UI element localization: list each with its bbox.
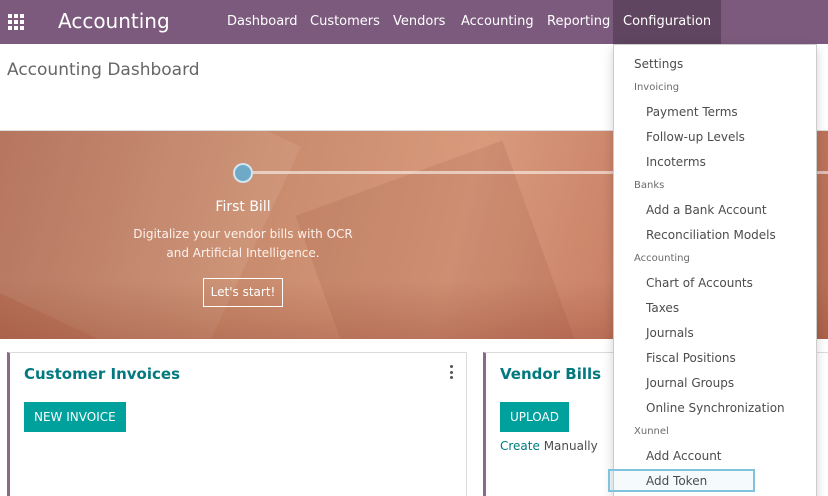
menu-item-add-account[interactable]: Add Account [646, 449, 722, 463]
dropdown-section-header: Xunnel [634, 426, 669, 437]
menu-configuration[interactable]: Configuration [613, 0, 722, 44]
onboarding-step-description: Digitalize your vendor bills with OCR an… [0, 225, 486, 263]
menu-dashboard[interactable]: Dashboard [227, 0, 298, 44]
dropdown-section-header: Banks [634, 180, 665, 191]
onboarding-description-line: Digitalize your vendor bills with OCR [133, 227, 353, 241]
onboarding-step-dot[interactable] [233, 163, 253, 183]
card-title[interactable]: Vendor Bills [500, 365, 601, 383]
customer-invoices-card: Customer Invoices NEW INVOICE [7, 352, 467, 496]
menu-customers[interactable]: Customers [310, 0, 380, 44]
menu-item-add-token[interactable]: Add Token [646, 474, 707, 488]
menu-item-incoterms[interactable]: Incoterms [646, 155, 706, 169]
upload-button[interactable]: UPLOAD [500, 402, 569, 432]
onboarding-step-title: First Bill [215, 199, 271, 215]
menu-item-journal-groups[interactable]: Journal Groups [646, 376, 734, 390]
menu-item-chart-of-accounts[interactable]: Chart of Accounts [646, 276, 753, 290]
apps-grid-icon[interactable] [0, 0, 32, 44]
page-title: Accounting Dashboard [7, 60, 200, 80]
dropdown-section-header: Invoicing [634, 82, 680, 93]
menu-item-taxes[interactable]: Taxes [646, 301, 679, 315]
app-title[interactable]: Accounting [58, 9, 170, 33]
menu-item-payment-terms[interactable]: Payment Terms [646, 105, 738, 119]
menu-item-fiscal-positions[interactable]: Fiscal Positions [646, 351, 736, 365]
menu-item-follow-up-levels[interactable]: Follow-up Levels [646, 130, 745, 144]
top-navbar: Accounting Dashboard Customers Vendors A… [0, 0, 828, 44]
menu-vendors[interactable]: Vendors [393, 0, 445, 44]
dropdown-section-header: Accounting [634, 253, 690, 264]
onboarding-description-line: and Artificial Intelligence. [166, 246, 320, 260]
create-manually-row: Create Manually [500, 439, 598, 453]
card-title[interactable]: Customer Invoices [24, 365, 180, 383]
menu-accounting[interactable]: Accounting [461, 0, 534, 44]
create-link[interactable]: Create [500, 439, 540, 453]
new-invoice-button[interactable]: NEW INVOICE [24, 402, 126, 432]
lets-start-button[interactable]: Let's start! [203, 278, 283, 307]
menu-item-journals[interactable]: Journals [646, 326, 694, 340]
kebab-menu-icon[interactable] [448, 365, 454, 379]
menu-item-add-bank-account[interactable]: Add a Bank Account [646, 203, 767, 217]
menu-reporting[interactable]: Reporting [547, 0, 610, 44]
menu-item-online-synchronization[interactable]: Online Synchronization [646, 401, 785, 415]
manually-text: Manually [543, 439, 598, 453]
menu-item-settings[interactable]: Settings [634, 57, 683, 71]
menu-item-reconciliation-models[interactable]: Reconciliation Models [646, 228, 776, 242]
